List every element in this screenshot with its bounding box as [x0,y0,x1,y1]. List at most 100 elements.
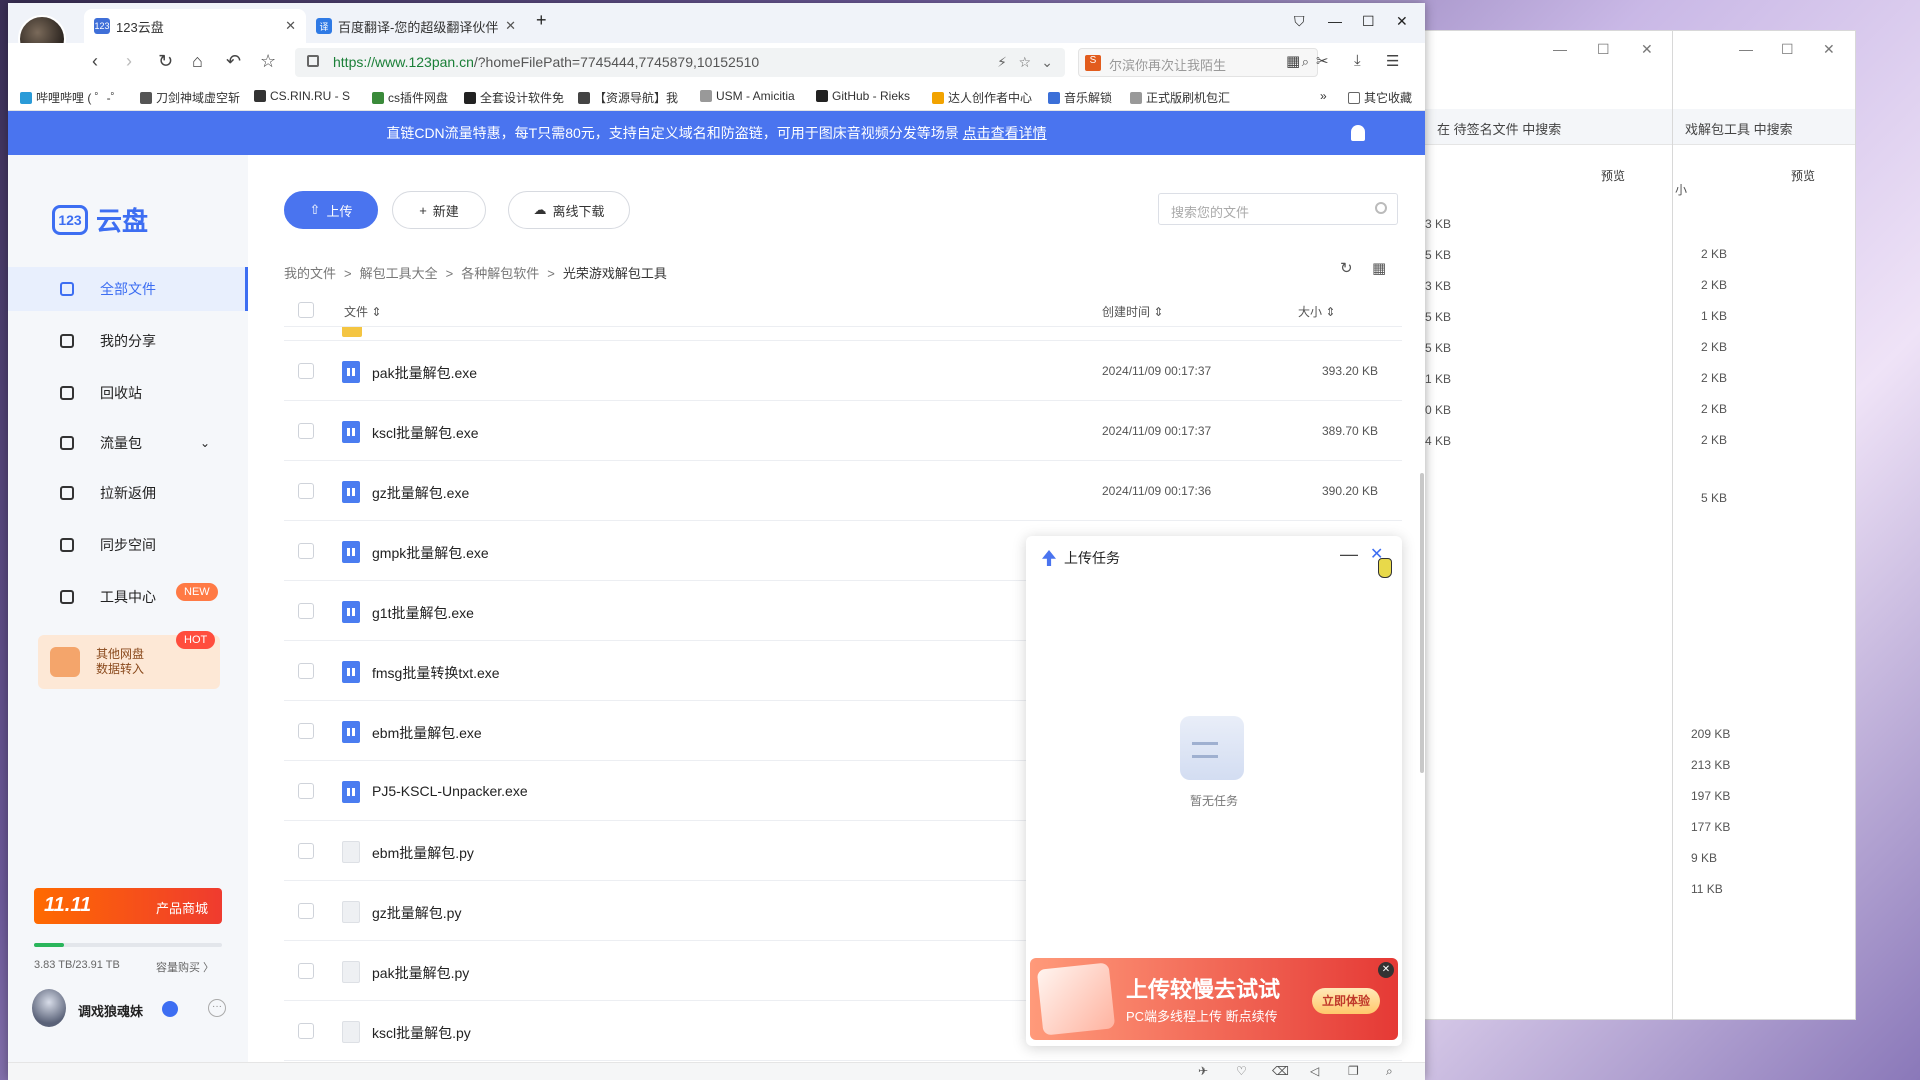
bookmark-item[interactable]: 全套设计软件免 [464,89,564,106]
star-icon[interactable]: ☆ [260,51,276,72]
file-name[interactable]: g1t批量解包.exe [372,603,474,623]
window-icon[interactable]: ❐ [1348,1064,1359,1078]
back-icon[interactable]: ‹ [92,51,98,72]
sidebar-item-sync-space[interactable]: 同步空间 [8,523,248,567]
file-name[interactable]: pak批量解包.exe [372,363,477,383]
banner-link[interactable]: 点击查看详情 [963,125,1047,141]
table-row[interactable] [284,327,1402,341]
bell-icon[interactable] [1351,125,1365,141]
grid-view-icon[interactable]: ▦ [1372,259,1386,277]
tab-baidu-translate[interactable]: 译 百度翻译-您的超级翻译伙伴 ✕ [306,9,526,43]
minimize-icon[interactable]: — [1739,41,1753,57]
menu-icon[interactable]: ☰ [1386,52,1399,70]
zoom-icon[interactable]: ⌕ [1386,1064,1393,1079]
row-checkbox[interactable] [298,1023,314,1039]
reload-icon[interactable]: ↻ [158,51,173,72]
tab-list-icon[interactable]: ⛉ [1294,13,1305,30]
ad-close-icon[interactable]: ✕ [1378,962,1394,978]
row-checkbox[interactable] [298,663,314,679]
bookmark-item[interactable]: USM - Amicitia [700,89,795,103]
bolt-icon[interactable]: ⚡ [997,54,1007,71]
row-checkbox[interactable] [298,843,314,859]
file-name[interactable]: gz批量解包.py [372,903,461,923]
maximize-icon[interactable]: ☐ [1781,41,1794,58]
file-name[interactable]: PJ5-KSCL-Unpacker.exe [372,783,528,799]
file-name[interactable]: pak批量解包.py [372,963,469,983]
upload-button[interactable]: ⇧ 上传 [284,191,378,229]
row-checkbox[interactable] [298,543,314,559]
heart-icon[interactable]: ♡ [1236,1064,1247,1078]
bookmarks-more[interactable]: » [1320,89,1327,103]
breadcrumb-item[interactable]: 解包工具大全 [360,266,438,281]
trash-icon[interactable]: ⌫ [1272,1064,1289,1078]
row-checkbox[interactable] [298,423,314,439]
table-row[interactable]: pak批量解包.exe 2024/11/09 00:17:37 393.20 KB [284,341,1402,401]
forward-icon[interactable]: › [126,51,132,72]
row-checkbox[interactable] [298,783,314,799]
table-row[interactable]: gz批量解包.exe 2024/11/09 00:17:36 390.20 KB [284,461,1402,521]
logo[interactable]: 123 云盘 [52,201,148,238]
bookmark-item[interactable]: 哔哩哔哩 ( ゜-゜ [20,89,123,106]
row-checkbox[interactable] [298,903,314,919]
select-all-checkbox[interactable] [298,302,314,318]
rocket-icon[interactable]: ✈ [1198,1064,1208,1078]
explorer-search[interactable]: 在 待签名文件 中搜索 [1425,109,1673,145]
sidebar-item-traffic-pack[interactable]: 流量包 ⌄ [8,421,248,465]
search-icon[interactable] [1375,202,1387,214]
tab-123pan[interactable]: 123 123云盘 ✕ [84,9,306,43]
bookmark-item[interactable]: 【资源导航】我 [578,89,678,106]
file-name[interactable]: gmpk批量解包.exe [372,543,489,563]
file-name[interactable]: kscl批量解包.py [372,1023,471,1043]
close-icon[interactable]: ✕ [1641,41,1653,58]
row-checkbox[interactable] [298,963,314,979]
sidebar-item-referral[interactable]: 拉新返佣 [8,471,248,515]
row-checkbox[interactable] [298,483,314,499]
close-tab-icon[interactable]: ✕ [285,18,296,34]
shop-banner[interactable]: 11.11 产品商城 [34,888,222,924]
avatar[interactable] [32,989,66,1027]
home-icon[interactable]: ⌂ [192,51,203,72]
close-icon[interactable]: ✕ [1823,41,1835,58]
chevron-down-icon[interactable]: ⌄ [1041,54,1053,71]
breadcrumb-item[interactable]: 我的文件 [284,266,336,281]
row-checkbox[interactable] [298,603,314,619]
refresh-icon[interactable]: ↻ [1340,259,1353,277]
sidebar-item-recycle-bin[interactable]: 回收站 [8,371,248,415]
new-button[interactable]: + 新建 [392,191,486,229]
bookmark-item[interactable]: 正式版刷机包汇 [1130,89,1230,106]
created-column-header[interactable]: 创建时间 ⇕ [1102,303,1163,320]
file-name[interactable]: ebm批量解包.py [372,843,474,863]
file-name[interactable]: gz批量解包.exe [372,483,469,503]
bookmark-item[interactable]: CS.RIN.RU - S [254,89,350,103]
explorer-search[interactable]: 戏解包工具 中搜索 [1673,109,1855,145]
minimize-icon[interactable]: — [1328,13,1342,29]
sidebar-item-all-files[interactable]: 全部文件 [8,267,248,311]
browser-search-input[interactable]: S 尔滨你再次让我陌生 ⌕ [1078,48,1318,77]
speaker-icon[interactable]: ◁ [1310,1064,1319,1078]
scrollbar[interactable] [1420,473,1424,773]
apps-icon[interactable]: ▦ [1286,52,1300,70]
undo-icon[interactable]: ↶ [226,51,241,72]
new-tab-button[interactable]: + [536,10,547,31]
download-icon[interactable]: ⤓ [1354,52,1361,69]
file-search-input[interactable]: 搜索您的文件 [1158,193,1398,225]
size-column-header[interactable]: 大小 ⇕ [1298,303,1335,320]
scissors-icon[interactable]: ✂ [1316,52,1329,70]
buy-capacity-link[interactable]: 容量购买 〉 [156,959,214,975]
table-row[interactable]: kscl批量解包.exe 2024/11/09 00:17:37 389.70 KB [284,401,1402,461]
ad-cta-button[interactable]: 立即体验 [1312,988,1381,1014]
breadcrumb-item[interactable]: 各种解包软件 [461,266,539,281]
upload-ad-banner[interactable]: 上传较慢去试试 PC端多线程上传 断点续传 立即体验 ✕ [1030,958,1398,1040]
preview-toggle[interactable]: 预览 [1791,167,1815,184]
bookmark-star-icon[interactable]: ☆ [1018,54,1031,71]
bookmark-item[interactable]: 达人创作者中心 [932,89,1032,106]
bookmark-item[interactable]: 音乐解锁 [1048,89,1112,106]
file-name[interactable]: fmsg批量转换txt.exe [372,663,500,683]
bookmark-item[interactable]: 刀剑神域虚空斩 [140,89,240,106]
user-info[interactable]: 调戏狼魂妹 ··· [32,987,232,1031]
maximize-icon[interactable]: ☐ [1597,41,1610,58]
address-bar[interactable]: https://www.123pan.cn/?homeFilePath=7745… [295,48,1065,77]
name-column-header[interactable]: 文件 ⇕ [344,303,381,320]
file-name[interactable]: kscl批量解包.exe [372,423,479,443]
close-tab-icon[interactable]: ✕ [505,18,516,34]
